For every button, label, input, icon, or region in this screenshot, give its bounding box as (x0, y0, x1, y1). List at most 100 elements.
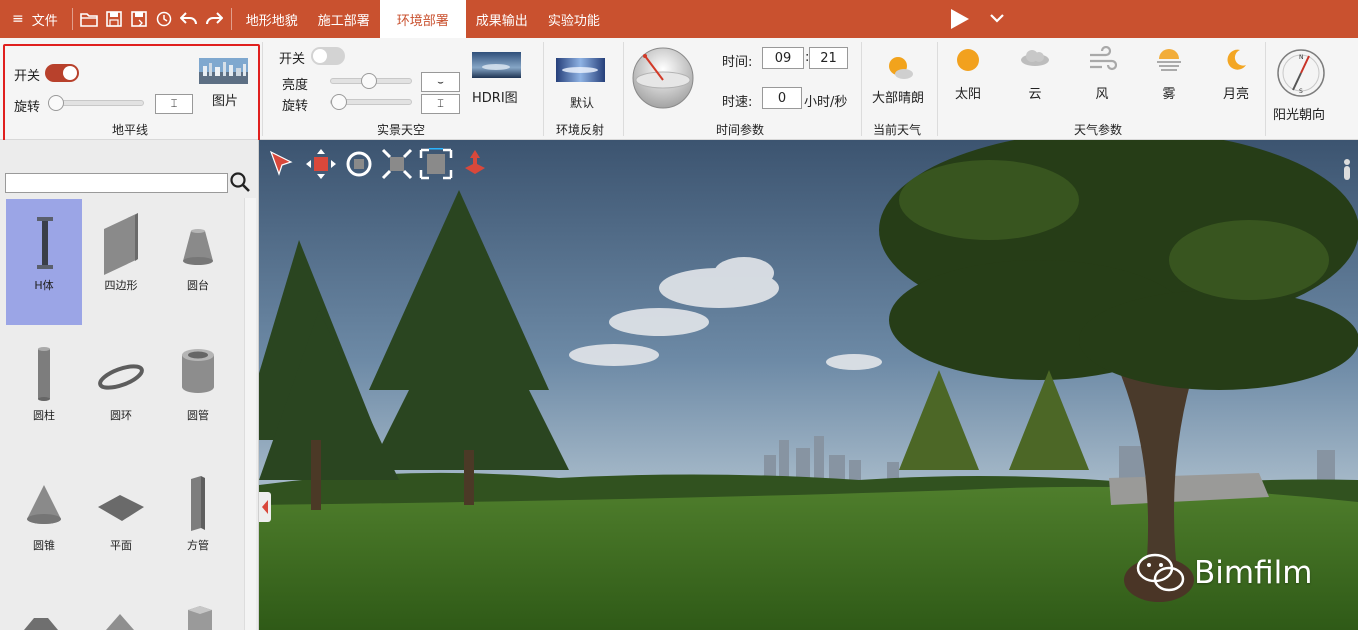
tab-construction[interactable]: 施工部署 (308, 0, 380, 38)
weather-fog-button[interactable]: 雾 (1136, 46, 1202, 102)
chevron-down-icon (990, 14, 1004, 23)
library-item-plane[interactable]: 平面 (83, 459, 159, 585)
tab-output[interactable]: 成果输出 (466, 0, 538, 38)
pyramid-icon (106, 614, 134, 630)
redo-icon[interactable] (202, 0, 227, 38)
library-item-frustum[interactable]: 圆台 (160, 199, 236, 325)
realsky-rotate-label: 旋转 (282, 99, 309, 114)
library-item-quad[interactable]: 四边形 (83, 199, 159, 325)
tab-terrain[interactable]: 地形地貌 (236, 0, 308, 38)
library-item-label: 圆柱 (33, 409, 55, 422)
group-divider (1265, 42, 1266, 136)
default-reflection-button[interactable]: 默认 (556, 58, 608, 110)
polyhedron-icon (24, 618, 58, 630)
open-folder-icon[interactable] (77, 0, 102, 38)
envreflect-group-label: 环境反射 (556, 123, 605, 137)
sun-dial-button[interactable] (631, 46, 697, 112)
undo-icon[interactable] (177, 0, 202, 38)
library-item-partial[interactable] (100, 612, 140, 630)
search-icon (230, 172, 250, 192)
current-weather-group-label: 当前天气 (873, 123, 922, 137)
hamburger-icon: ≡ (12, 11, 24, 27)
weather-moon-button[interactable]: 月亮 (1203, 46, 1269, 102)
compass-icon: N S (1277, 49, 1325, 97)
default-reflection-label: 默认 (570, 96, 595, 110)
save-as-icon[interactable] (127, 0, 152, 38)
move-icon (306, 149, 336, 179)
search-button[interactable] (229, 171, 251, 193)
weather-sun-button[interactable]: 太阳 (935, 46, 1001, 102)
weather-fog-label: 雾 (1162, 87, 1176, 102)
realsky-switch-toggle[interactable] (311, 47, 345, 65)
square-tube-icon (191, 476, 205, 531)
minute-input[interactable]: 21 (809, 47, 848, 69)
svg-text:S: S (1299, 88, 1303, 95)
tab-experimental[interactable]: 实验功能 (538, 0, 610, 38)
reflection-thumbnail (556, 58, 605, 82)
realsky-brightness-input[interactable]: ⌣ (421, 72, 460, 92)
speed-input[interactable]: 0 (762, 87, 802, 109)
box-icon (188, 606, 212, 630)
realsky-rotate-input[interactable]: ⌶ (421, 94, 460, 114)
place-tool-button[interactable] (459, 148, 491, 180)
history-icon[interactable] (152, 0, 177, 38)
current-weather-button[interactable]: 大部晴朗 (869, 54, 931, 106)
group-divider (623, 42, 624, 136)
hdri-label: HDRI图 (472, 91, 518, 106)
watermark-text: Bimfilm (1194, 555, 1313, 591)
weather-wind-button[interactable]: 风 (1069, 45, 1135, 102)
library-item-pipe[interactable]: 圆管 (160, 329, 236, 455)
save-icon[interactable] (102, 0, 127, 38)
play-options-button[interactable] (990, 12, 1006, 26)
group-divider (543, 42, 544, 136)
hdri-button[interactable]: HDRI图 (469, 52, 525, 108)
library-item-label: 四边形 (104, 279, 138, 292)
realsky-rotate-slider-handle[interactable] (331, 94, 347, 110)
library-scrollbar[interactable] (244, 198, 256, 630)
weather-cloud-label: 云 (1028, 87, 1042, 102)
walk-mode-icon[interactable] (1341, 158, 1353, 182)
library-item-label: 平面 (110, 539, 132, 552)
pipe-icon (182, 349, 214, 393)
library-item-torus[interactable]: 圆环 (83, 329, 159, 455)
cone-icon (27, 485, 61, 524)
hour-input[interactable]: 09 (762, 47, 804, 69)
quad-icon (104, 213, 138, 275)
library-item-label: 圆管 (187, 409, 209, 422)
realsky-brightness-label: 亮度 (282, 78, 309, 93)
time-label: 时间: (722, 55, 753, 70)
select-tool-button[interactable] (267, 148, 299, 180)
torus-icon (98, 364, 144, 390)
library-item-partial[interactable] (180, 604, 220, 630)
library-item-partial[interactable] (20, 610, 60, 630)
library-item-cylinder[interactable]: 圆柱 (6, 329, 82, 455)
library-item-label: 圆台 (187, 279, 209, 292)
menu-divider (230, 8, 232, 30)
library-item-h-body[interactable]: H体 (6, 199, 82, 325)
weather-sun-label: 太阳 (954, 87, 981, 102)
weather-moon-label: 月亮 (1222, 87, 1249, 102)
sun-dial-icon (632, 47, 694, 109)
library-item-square-tube[interactable]: 方管 (160, 459, 236, 585)
file-menu[interactable]: ≡ 文件 (0, 0, 68, 38)
weather-cloud-button[interactable]: 云 (1002, 46, 1068, 102)
library-item-cone[interactable]: 圆锥 (6, 459, 82, 585)
text-cursor-icon: ⌶ (437, 97, 444, 110)
fog-icon (1157, 49, 1181, 71)
move-tool-button[interactable] (305, 148, 337, 180)
bounds-icon (419, 146, 453, 180)
model-library-panel: H体 四边形 圆台 圆柱 圆环 圆管 圆锥 平面 方管 (0, 140, 259, 630)
scale-tool-button[interactable] (381, 148, 413, 180)
menu-bar: ≡ 文件 地形地貌 施工部署 环境部署 成果输出 实验功能 (0, 0, 1358, 38)
bounds-tool-button[interactable] (419, 146, 453, 180)
menu-divider (71, 8, 73, 30)
realsky-brightness-slider-handle[interactable] (361, 73, 377, 89)
library-search-input[interactable] (5, 173, 228, 193)
rotate-tool-button[interactable] (343, 148, 375, 180)
gizmo-toolbar (267, 146, 497, 182)
play-button[interactable] (948, 8, 972, 30)
sun-direction-button[interactable]: N S 阳光朝向 (1270, 46, 1334, 126)
tab-environment[interactable]: 环境部署 (379, 0, 466, 38)
rotate-icon (346, 151, 372, 177)
panel-collapse-handle[interactable] (259, 492, 271, 522)
